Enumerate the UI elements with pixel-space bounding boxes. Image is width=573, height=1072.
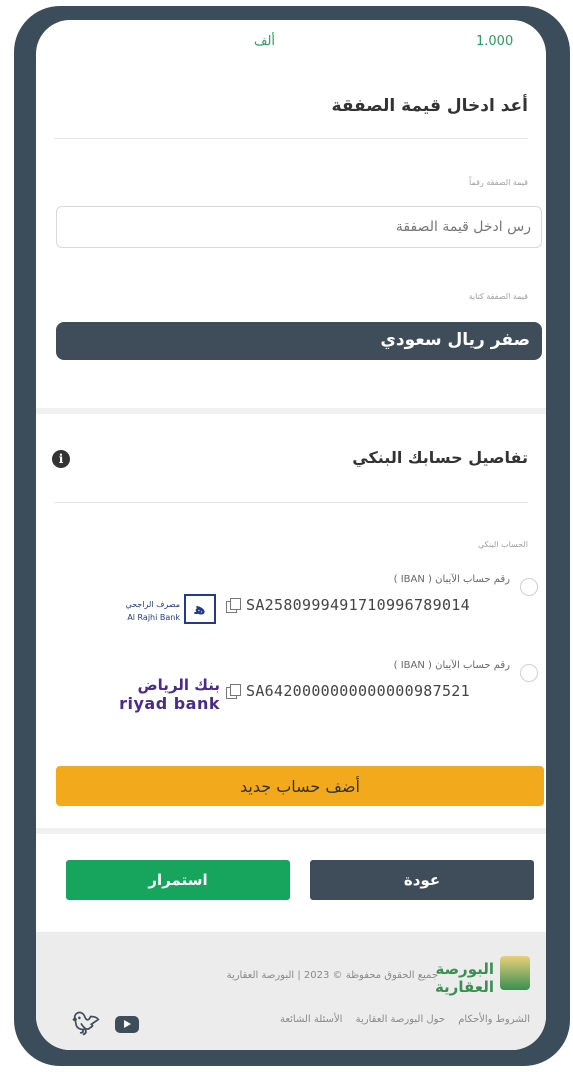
footer-logo[interactable]: البورصة العقارية [435,954,530,996]
footer-link-about[interactable]: حول البورصة العقارية [356,1014,445,1025]
divider [54,138,528,139]
alrajhi-logo-text: مصرف الراجحي Al Rajhi Bank [100,598,180,624]
footer-link-faq[interactable]: الأسئلة الشائعة [280,1014,343,1025]
iban-label: رقم حساب الآيبان ( IBAN ) [393,574,510,585]
bank-section-title: تفاصيل حسابك البنكي [352,448,528,467]
footer: البورصة العقارية جميع الحقوق محفوظة © 20… [36,932,546,1050]
summary-unit: ألف [254,34,276,49]
price-text-field: صفر ريال سعودي [56,322,542,360]
price-input[interactable] [56,206,542,248]
footer-link-terms[interactable]: الشروط والأحكام [458,1014,530,1025]
alrajhi-bank-logo: مصرف الراجحي Al Rajhi Bank ﻫ [100,594,218,630]
add-account-button[interactable]: أضف حساب جديد [56,766,544,806]
accounts-label: الحساب البنكي [477,540,528,549]
footer-logo-text: البورصة العقارية [434,960,494,996]
section-separator [36,408,546,414]
section-separator [36,828,546,834]
footer-links: الشروط والأحكام حول البورصة العقارية الأ… [270,1014,530,1025]
bank-section-header: تفاصيل حسابك البنكي i [36,448,546,476]
phone-screen: ألف 1.000 أعد ادخال قيمة الصفقة قيمة الص… [36,20,546,1050]
copy-icon[interactable] [226,684,241,699]
divider [54,502,528,503]
back-button[interactable]: عودة [310,860,534,900]
summary-amount: 1.000 [476,34,514,49]
youtube-icon[interactable] [115,1016,140,1033]
radio-icon[interactable] [520,578,538,596]
device-frame: ألف 1.000 أعد ادخال قيمة الصفقة قيمة الص… [14,6,570,1066]
emblem-icon [500,956,530,990]
riyad-logo-en: riyad bank [119,694,220,713]
copyright-text: جميع الحقوق محفوظة © 2023 | البورصة العق… [226,970,438,981]
summary-row: ألف 1.000 [36,34,546,54]
riyad-logo-ar: بنك الرياض [137,676,221,694]
price-input-label: قيمة الصفقة رقماً [469,178,528,187]
iban-number: SA6420000000000000987521 [246,682,470,700]
riyad-bank-logo: بنك الرياض riyad bank [94,676,220,718]
alrajhi-logo-en: Al Rajhi Bank [127,613,180,622]
alrajhi-emblem-icon: ﻫ [184,594,216,624]
iban-label: رقم حساب الآيبان ( IBAN ) [393,660,510,671]
radio-icon[interactable] [520,664,538,682]
alrajhi-logo-ar: مصرف الراجحي [125,600,180,609]
info-icon[interactable]: i [52,450,70,468]
price-text-label: قيمة الصفقة كتابة [468,292,528,301]
price-section-title: أعد ادخال قيمة الصفقة [331,96,528,116]
continue-button[interactable]: استمرار [66,860,290,900]
bank-account-item[interactable]: رقم حساب الآيبان ( IBAN ) SA642000000000… [36,656,546,726]
social-links: 🐦︎ [72,1012,140,1037]
copy-icon[interactable] [226,598,241,613]
twitter-icon[interactable]: 🐦︎ [72,1012,100,1037]
iban-number: SA2580999491710996789014 [246,596,470,614]
bank-account-item[interactable]: رقم حساب الآيبان ( IBAN ) SA258099949171… [36,570,546,640]
